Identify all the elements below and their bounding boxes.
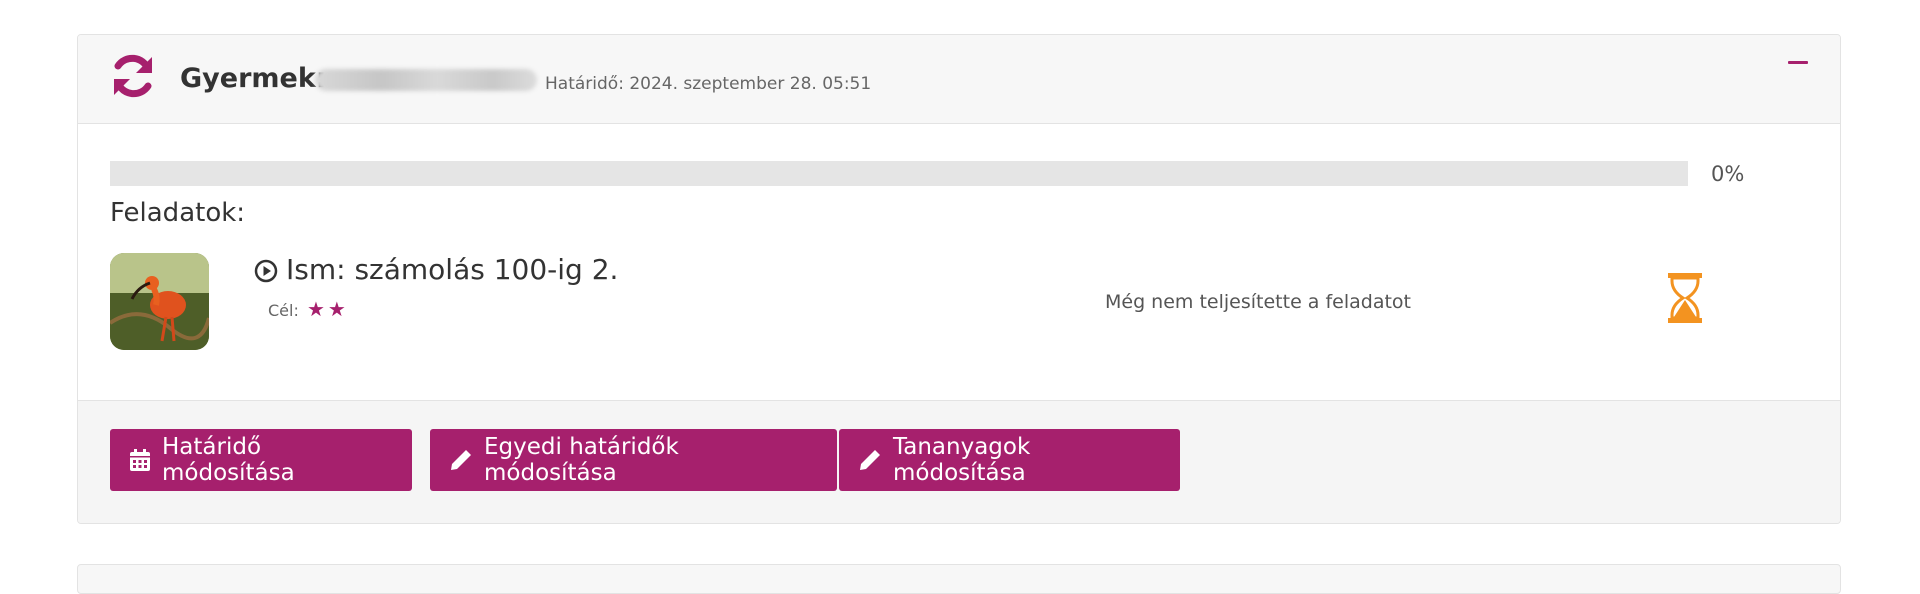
edit-materials-label: Tananyagok módosítása [893, 434, 1031, 486]
edit-deadline-label: Határidő módosítása [162, 434, 295, 486]
pencil-icon [451, 450, 471, 470]
goal-label: Cél: [268, 301, 299, 320]
calendar-icon [130, 449, 150, 471]
pencil-icon [860, 450, 880, 470]
child-name-redacted [315, 69, 537, 91]
play-circle-icon [254, 259, 278, 283]
edit-custom-deadlines-button[interactable]: Egyedi határidők módosítása [430, 429, 837, 491]
edit-deadline-button[interactable]: Határidő módosítása [110, 429, 412, 491]
task-title-text: Ism: számolás 100-ig 2. [286, 253, 619, 286]
collapse-button[interactable] [1788, 61, 1808, 64]
panel-header[interactable]: Gyermek: Határidő: 2024. szeptember 28. … [78, 35, 1840, 124]
next-assignment-panel [77, 564, 1841, 594]
assignment-panel: Gyermek: Határidő: 2024. szeptember 28. … [77, 34, 1841, 524]
deadline-text: Határidő: 2024. szeptember 28. 05:51 [545, 74, 872, 94]
panel-footer: Határidő módosítása Egyedi határidők mód… [78, 400, 1840, 523]
hourglass-icon [1668, 273, 1702, 323]
task-title[interactable]: Ism: számolás 100-ig 2. [254, 253, 618, 286]
edit-custom-deadlines-label: Egyedi határidők módosítása [484, 434, 679, 486]
star-icon: ★ [306, 297, 325, 321]
task-thumbnail [110, 253, 209, 350]
sync-icon [114, 54, 152, 98]
edit-materials-button[interactable]: Tananyagok módosítása [839, 429, 1180, 491]
star-icon: ★ [327, 297, 346, 321]
task-status: Még nem teljesítette a feladatot [1105, 291, 1412, 313]
task-goal: Cél: ★ ★ [268, 297, 346, 321]
tasks-title: Feladatok: [110, 198, 246, 228]
child-label: Gyermek: [180, 63, 327, 94]
progress-percent: 0% [1711, 162, 1745, 186]
progress-bar [110, 161, 1688, 186]
